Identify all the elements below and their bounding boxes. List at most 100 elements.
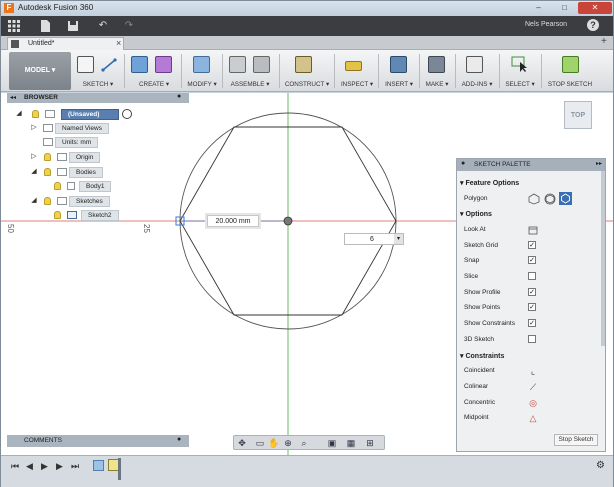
panel-pin-icon[interactable]: ● (461, 160, 465, 167)
maximize-button[interactable]: □ (552, 2, 577, 14)
panel-pin-icon[interactable]: ● (177, 436, 181, 443)
sketch-grid-checkbox[interactable]: ✓ (528, 241, 536, 249)
chevron-down-icon[interactable]: ▾ (394, 234, 403, 244)
expand-toggle-icon[interactable]: ◢ (30, 196, 38, 206)
expand-toggle-icon[interactable]: ◢ (15, 109, 23, 119)
constraints-section[interactable]: ▾ Constraints (460, 352, 504, 360)
visibility-bulb-icon[interactable] (54, 182, 61, 190)
edge-polygon-icon[interactable] (559, 192, 572, 205)
box-primitive-icon[interactable] (131, 56, 148, 73)
data-panel-grid-icon[interactable] (6, 19, 22, 33)
expand-toggle-icon[interactable]: ◢ (30, 167, 38, 177)
undo-icon[interactable]: ↶ (93, 19, 113, 33)
browser-node-origin[interactable]: ▷ Origin (25, 152, 185, 163)
new-tab-button[interactable]: + (601, 36, 607, 47)
save-icon[interactable] (65, 19, 81, 33)
browser-node-body1[interactable]: Body1 (39, 181, 185, 192)
form-mesh-icon[interactable] (155, 56, 172, 73)
grid-snaps-icon[interactable]: ▦ (345, 437, 357, 449)
stop-sketch-button[interactable]: Stop Sketch (554, 434, 598, 446)
browser-node-bodies[interactable]: ◢ Bodies (25, 167, 185, 178)
press-pull-icon[interactable] (193, 56, 210, 73)
midpoint-icon[interactable]: △ (528, 413, 538, 423)
look-at-icon[interactable] (528, 225, 538, 235)
visibility-bulb-icon[interactable] (54, 211, 61, 219)
concentric-icon[interactable]: ◎ (528, 398, 538, 408)
polygon-sides-input[interactable]: 6 ▾ (344, 233, 404, 245)
go-to-start-icon[interactable]: ⏮ (11, 461, 19, 472)
redo-icon[interactable]: ↷ (119, 19, 139, 33)
visibility-bulb-icon[interactable] (44, 153, 51, 161)
options-section[interactable]: ▾ Options (460, 210, 492, 218)
construct-menu[interactable]: CONSTRUCT ▾ (284, 81, 330, 88)
insert-menu[interactable]: INSERT ▾ (383, 81, 415, 88)
show-points-checkbox[interactable]: ✓ (528, 303, 536, 311)
step-forward-icon[interactable]: ▶ (56, 461, 63, 472)
look-at-icon[interactable]: ▭ (254, 437, 266, 449)
workspace-switcher[interactable]: MODEL ▾ (9, 52, 71, 90)
center-point[interactable] (283, 216, 293, 226)
document-tab[interactable]: Untitled* × (7, 37, 124, 50)
browser-panel-header[interactable]: ◂◂ BROWSER ● (7, 93, 189, 103)
joint-icon[interactable] (253, 56, 270, 73)
browser-node-named-views[interactable]: ▷ Named Views (25, 123, 185, 134)
slice-checkbox[interactable] (528, 272, 536, 280)
visibility-bulb-icon[interactable] (44, 168, 51, 176)
modify-menu[interactable]: MODIFY ▾ (185, 81, 219, 88)
palette-scrollbar[interactable] (601, 171, 605, 346)
sketch-menu[interactable]: SKETCH ▾ (81, 81, 115, 88)
gear-icon[interactable]: ⚙ (596, 460, 605, 471)
visibility-bulb-icon[interactable] (32, 110, 39, 118)
coincident-icon[interactable]: ⌞ (528, 366, 538, 376)
browser-node-sketch2[interactable]: Sketch2 (39, 210, 185, 221)
user-name[interactable]: Nels Pearson (525, 21, 567, 28)
feature-options-section[interactable]: ▾ Feature Options (460, 179, 519, 187)
select-arrow-icon[interactable] (511, 56, 528, 73)
3d-sketch-checkbox[interactable] (528, 335, 536, 343)
help-icon[interactable]: ? (587, 19, 599, 31)
add-ins-menu[interactable]: ADD-INS ▾ (459, 81, 495, 88)
browser-node-root[interactable]: ◢ (Unsaved) (15, 109, 185, 120)
stop-sketch-icon[interactable] (562, 56, 579, 73)
go-to-end-icon[interactable]: ⏭ (71, 461, 79, 472)
minimize-button[interactable]: – (526, 2, 551, 14)
visibility-bulb-icon[interactable] (44, 197, 51, 205)
viewports-icon[interactable]: ⊞ (364, 437, 376, 449)
expand-panel-icon[interactable]: ▸▸ (596, 160, 602, 167)
create-menu[interactable]: CREATE ▾ (134, 81, 174, 88)
zoom-icon[interactable]: ⊕ (282, 437, 294, 449)
line-tool-icon[interactable] (101, 56, 118, 73)
snap-checkbox[interactable]: ✓ (528, 256, 536, 264)
assemble-menu[interactable]: ASSEMBLE ▾ (228, 81, 272, 88)
comments-panel-header[interactable]: COMMENTS ● (7, 435, 189, 447)
timeline-marker[interactable] (118, 458, 121, 480)
show-profile-checkbox[interactable]: ✓ (528, 288, 536, 296)
offset-plane-icon[interactable] (295, 56, 312, 73)
panel-pin-icon[interactable]: ● (177, 93, 181, 100)
fit-icon[interactable]: ⌕ (298, 437, 310, 449)
expand-toggle-icon[interactable]: ▷ (30, 152, 38, 162)
colinear-icon[interactable]: ⟋ (528, 382, 538, 392)
circumscribed-polygon-icon[interactable] (528, 193, 540, 205)
scripts-addins-icon[interactable] (466, 56, 483, 73)
stop-sketch-toolbar-button[interactable]: STOP SKETCH (545, 81, 595, 88)
create-sketch-icon[interactable] (77, 56, 94, 73)
3d-print-icon[interactable] (428, 56, 445, 73)
select-menu[interactable]: SELECT ▾ (503, 81, 537, 88)
pan-icon[interactable]: ✋ (268, 437, 280, 449)
close-window-button[interactable]: ✕ (578, 2, 612, 14)
expand-toggle-icon[interactable]: ▷ (30, 123, 38, 133)
timeline-extrude-feature[interactable] (93, 460, 104, 471)
play-icon[interactable]: ▶ (41, 461, 48, 472)
orbit-icon[interactable]: ✥ (236, 437, 248, 449)
show-constraints-checkbox[interactable]: ✓ (528, 319, 536, 327)
display-settings-icon[interactable]: ▣ (326, 437, 338, 449)
file-menu-icon[interactable] (37, 19, 53, 33)
collapse-panel-icon[interactable]: ◂◂ (10, 94, 16, 101)
inspect-menu[interactable]: INSPECT ▾ (340, 81, 374, 88)
new-component-icon[interactable] (229, 56, 246, 73)
step-back-icon[interactable]: ◀ (26, 461, 33, 472)
sketch-palette-header[interactable]: ● SKETCH PALETTE ▸▸ (457, 159, 605, 171)
close-tab-icon[interactable]: × (116, 38, 121, 48)
inscribed-polygon-icon[interactable] (544, 193, 556, 205)
